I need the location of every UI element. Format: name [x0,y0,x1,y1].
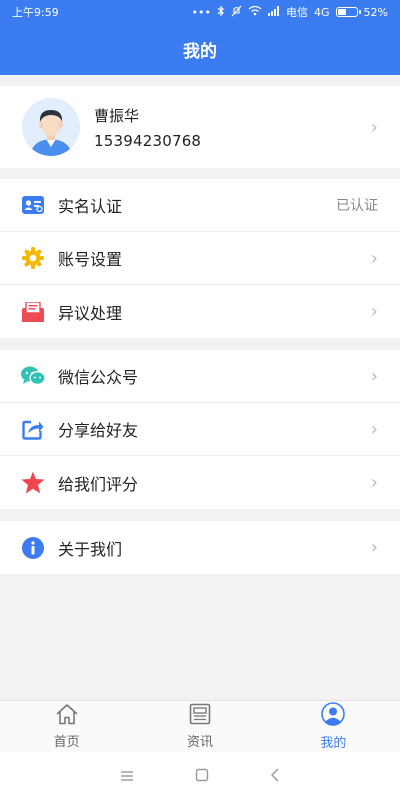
menu-item-rate-us[interactable]: 给我们评分 › [0,456,400,509]
menu-item-wechat[interactable]: 微信公众号 › [0,350,400,403]
tab-mine[interactable]: 我的 [267,701,400,752]
news-icon [189,703,211,729]
avatar[interactable] [22,98,80,156]
mute-icon [231,5,242,20]
chevron-right-icon: › [370,301,378,322]
tab-label: 首页 [53,735,80,750]
tab-label: 我的 [320,736,347,751]
tab-home[interactable]: 首页 [0,701,133,752]
status-indicators: ••• 电信 4G 52% [192,4,388,20]
bottom-tab-bar: 首页 资讯 我的 [0,700,400,752]
verification-status: 已认证 [336,198,378,214]
id-card-icon [20,192,46,218]
profile-card[interactable]: 曹振华 15394230768 › [0,86,400,168]
menu-label: 关于我们 [58,539,123,559]
back-icon[interactable] [270,767,280,786]
signal-dots-icon: ••• [191,5,212,19]
menu-label: 微信公众号 [58,368,139,387]
home-square-icon[interactable] [195,767,209,786]
chevron-right-icon: › [370,472,378,493]
share-icon [20,416,46,442]
chevron-right-icon: › [370,116,378,138]
menu-item-about-us[interactable]: 关于我们 › [0,521,400,574]
menu-label: 实名认证 [58,197,123,216]
profile-phone: 15394230768 [94,131,202,150]
info-icon [20,535,46,561]
carrier-label: 电信 [286,6,309,19]
menu-label: 分享给好友 [58,421,139,440]
profile-info: 曹振华 15394230768 [94,105,201,150]
menu-label: 账号设置 [58,250,123,269]
status-time: 上午9:59 [12,6,59,19]
chevron-right-icon: › [370,247,378,269]
system-nav-bar [0,752,400,800]
bluetooth-icon [217,5,225,20]
wechat-icon [20,363,46,389]
menu-icon[interactable] [120,767,134,786]
gear-icon [20,245,46,271]
mail-icon [20,299,46,325]
menu-item-share[interactable]: 分享给好友 › [0,403,400,456]
tab-label: 资讯 [186,735,213,750]
menu-item-account-settings[interactable]: 账号设置 › [0,232,400,285]
menu-group-social: 微信公众号 › 分享给好友 › 给我们评分 › [0,350,400,509]
profile-icon [321,702,346,730]
battery-icon [335,7,361,17]
star-icon [20,470,46,496]
home-icon [55,703,79,729]
menu-label: 异议处理 [58,303,123,323]
menu-group-about: 关于我们 › [0,521,400,574]
status-bar: 上午9:59 ••• 电信 4G 52% [0,0,400,24]
chevron-right-icon: › [370,365,378,387]
menu-group-account: 实名认证 已认证 账号设置 › 异议处理 › [0,179,400,338]
menu-item-real-name[interactable]: 实名认证 已认证 [0,179,400,232]
tab-news[interactable]: 资讯 [133,701,266,752]
battery-fill [337,9,347,15]
cell-signal-icon [268,5,280,19]
profile-name: 曹振华 [94,106,140,125]
chevron-right-icon: › [370,418,378,440]
network-label: 4G [314,5,330,19]
app-header: 上午9:59 ••• 电信 4G 52% 我的 [0,0,400,75]
page-title: 我的 [183,42,217,62]
chevron-right-icon: › [370,537,378,558]
menu-item-dispute[interactable]: 异议处理 › [0,285,400,338]
menu-label: 给我们评分 [58,474,139,494]
wifi-icon [248,5,262,19]
battery-percent: 52% [363,5,388,19]
